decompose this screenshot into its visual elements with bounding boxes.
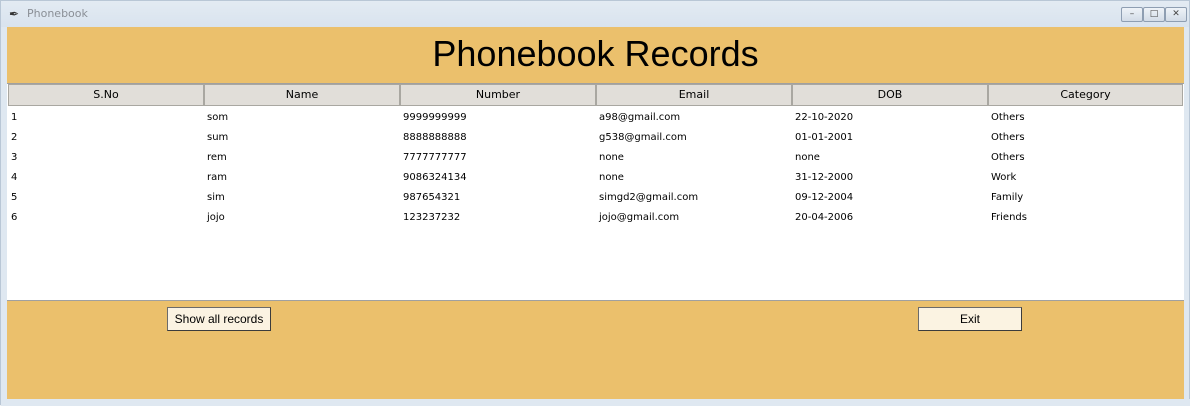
cell-category: Others — [991, 152, 1025, 163]
maximize-button[interactable]: □ — [1143, 7, 1165, 22]
cell-category: Others — [991, 132, 1025, 143]
column-header-email[interactable]: Email — [596, 84, 792, 106]
cell-email: g538@gmail.com — [599, 132, 687, 143]
cell-number: 123237232 — [403, 212, 461, 223]
cell-dob: 20-04-2006 — [795, 212, 854, 223]
table-row[interactable]: 1 som 9999999999 a98@gmail.com 22-10-202… — [7, 108, 1184, 128]
cell-name: sim — [207, 192, 225, 203]
table-row[interactable]: 3 rem 7777777777 none none Others — [7, 148, 1184, 168]
show-all-records-button[interactable]: Show all records — [167, 307, 271, 331]
cell-name: rem — [207, 152, 227, 163]
minimize-button[interactable]: – — [1121, 7, 1143, 22]
table-body: 1 som 9999999999 a98@gmail.com 22-10-202… — [7, 108, 1184, 228]
cell-sno: 4 — [11, 172, 18, 183]
exit-button[interactable]: Exit — [918, 307, 1022, 331]
cell-email: a98@gmail.com — [599, 112, 681, 123]
cell-sno: 6 — [11, 212, 18, 223]
cell-dob: none — [795, 152, 820, 163]
cell-sno: 5 — [11, 192, 18, 203]
cell-name: jojo — [207, 212, 225, 223]
page-title: Phonebook Records — [432, 33, 759, 74]
main-panel: Phonebook Records S.No Name Number Email… — [7, 27, 1184, 399]
cell-name: ram — [207, 172, 227, 183]
cell-email: none — [599, 152, 624, 163]
cell-sno: 1 — [11, 112, 18, 123]
cell-name: sum — [207, 132, 229, 143]
window-title: Phonebook — [27, 7, 88, 20]
column-header-sno[interactable]: S.No — [8, 84, 204, 106]
cell-dob: 31-12-2000 — [795, 172, 854, 183]
cell-category: Work — [991, 172, 1017, 183]
cell-number: 987654321 — [403, 192, 461, 203]
cell-dob: 01-01-2001 — [795, 132, 854, 143]
table-row[interactable]: 2 sum 8888888888 g538@gmail.com 01-01-20… — [7, 128, 1184, 148]
cell-email: simgd2@gmail.com — [599, 192, 699, 203]
cell-sno: 3 — [11, 152, 18, 163]
cell-category: Others — [991, 112, 1025, 123]
records-table[interactable]: S.No Name Number Email DOB Category 1 so… — [7, 83, 1184, 301]
table-row[interactable]: 4 ram 9086324134 none 31-12-2000 Work — [7, 168, 1184, 188]
cell-category: Friends — [991, 212, 1027, 223]
table-row[interactable]: 5 sim 987654321 simgd2@gmail.com 09-12-2… — [7, 188, 1184, 208]
cell-number: 7777777777 — [403, 152, 467, 163]
cell-number: 9999999999 — [403, 112, 467, 123]
app-window: ✒ Phonebook – □ ✕ Phonebook Records S.No… — [0, 0, 1190, 406]
maximize-icon: □ — [1149, 9, 1159, 19]
cell-sno: 2 — [11, 132, 18, 143]
close-icon: ✕ — [1172, 9, 1180, 19]
cell-email: jojo@gmail.com — [599, 212, 680, 223]
column-header-dob[interactable]: DOB — [792, 84, 988, 106]
minimize-icon: – — [1129, 9, 1135, 19]
title-bar[interactable]: ✒ Phonebook – □ ✕ — [1, 1, 1189, 27]
table-header: S.No Name Number Email DOB Category — [7, 84, 1184, 106]
cell-dob: 09-12-2004 — [795, 192, 854, 203]
cell-category: Family — [991, 192, 1024, 203]
column-header-number[interactable]: Number — [400, 84, 596, 106]
cell-email: none — [599, 172, 624, 183]
cell-number: 9086324134 — [403, 172, 467, 183]
column-header-name[interactable]: Name — [204, 84, 400, 106]
cell-name: som — [207, 112, 229, 123]
cell-dob: 22-10-2020 — [795, 112, 854, 123]
cell-number: 8888888888 — [403, 132, 467, 143]
table-row[interactable]: 6 jojo 123237232 jojo@gmail.com 20-04-20… — [7, 208, 1184, 228]
feather-icon: ✒ — [9, 7, 20, 21]
column-header-category[interactable]: Category — [988, 84, 1183, 106]
close-button[interactable]: ✕ — [1165, 7, 1187, 22]
